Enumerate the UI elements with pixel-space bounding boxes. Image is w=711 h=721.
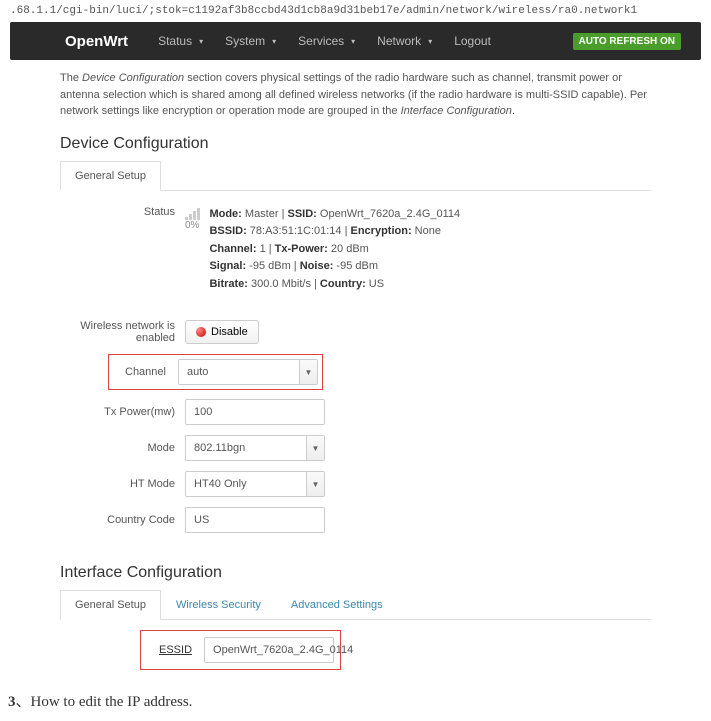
status-details: Mode: Master | SSID: OpenWrt_7620a_2.4G_… xyxy=(209,206,460,294)
country-input[interactable]: US xyxy=(185,507,325,533)
footer-instruction: 3、How to edit the IP address. xyxy=(0,680,711,721)
htmode-label: HT Mode xyxy=(60,478,185,490)
description-text: The Device Configuration section covers … xyxy=(60,70,651,120)
nav-services[interactable]: Services xyxy=(288,28,365,54)
country-row: Country Code US xyxy=(60,506,651,534)
mode-row: Mode 802.11bgn ▼ xyxy=(60,434,651,462)
signal-block: 0% xyxy=(185,206,201,294)
channel-select[interactable]: auto ▼ xyxy=(178,359,318,385)
nav-logout[interactable]: Logout xyxy=(444,28,501,54)
signal-percent: 0% xyxy=(185,220,199,231)
mode-label: Mode xyxy=(60,442,185,454)
disable-button[interactable]: Disable xyxy=(185,320,259,344)
nav-menu: Status System Services Network Logout xyxy=(148,28,501,54)
top-nav-bar: OpenWrt Status System Services Network L… xyxy=(10,22,701,60)
device-config-title: Device Configuration xyxy=(60,135,651,153)
tab-general-setup-iface[interactable]: General Setup xyxy=(60,590,161,620)
nav-system[interactable]: System xyxy=(215,28,286,54)
essid-input[interactable]: OpenWrt_7620a_2.4G_0114 xyxy=(204,637,334,663)
essid-highlight: ESSID OpenWrt_7620a_2.4G_0114 xyxy=(140,630,341,670)
tab-general-setup-device[interactable]: General Setup xyxy=(60,161,161,191)
disable-icon xyxy=(196,327,206,337)
brand-logo: OpenWrt xyxy=(65,33,128,50)
tab-advanced-settings[interactable]: Advanced Settings xyxy=(276,590,398,620)
country-label: Country Code xyxy=(60,514,185,526)
status-label: Status xyxy=(60,206,185,218)
txpower-label: Tx Power(mw) xyxy=(60,406,185,418)
nav-network[interactable]: Network xyxy=(367,28,442,54)
htmode-select[interactable]: HT40 Only ▼ xyxy=(185,471,325,497)
address-bar: .68.1.1/cgi-bin/luci/;stok=c1192af3b8ccb… xyxy=(0,0,711,22)
interface-tabs: General Setup Wireless Security Advanced… xyxy=(60,590,651,620)
channel-highlight: Channel auto ▼ xyxy=(108,354,323,390)
chevron-down-icon: ▼ xyxy=(299,360,317,384)
auto-refresh-badge[interactable]: AUTO REFRESH ON xyxy=(573,33,682,50)
chevron-down-icon: ▼ xyxy=(306,436,324,460)
status-row: Status 0% Mode: Master | SSID: OpenWrt_7… xyxy=(60,206,651,294)
mode-select[interactable]: 802.11bgn ▼ xyxy=(185,435,325,461)
device-tabs: General Setup xyxy=(60,161,651,191)
signal-strength-icon xyxy=(185,208,201,220)
tab-wireless-security[interactable]: Wireless Security xyxy=(161,590,276,620)
interface-config-title: Interface Configuration xyxy=(60,564,651,582)
enable-row: Wireless network is enabled Disable xyxy=(60,318,651,346)
nav-status[interactable]: Status xyxy=(148,28,213,54)
txpower-input[interactable]: 100 xyxy=(185,399,325,425)
channel-label: Channel xyxy=(113,366,178,378)
enabled-label: Wireless network is enabled xyxy=(60,320,185,344)
chevron-down-icon: ▼ xyxy=(306,472,324,496)
txpower-row: Tx Power(mw) 100 xyxy=(60,398,651,426)
essid-label: ESSID xyxy=(147,644,204,656)
channel-row: Channel auto ▼ xyxy=(60,354,651,390)
main-content: The Device Configuration section covers … xyxy=(0,60,711,680)
htmode-row: HT Mode HT40 Only ▼ xyxy=(60,470,651,498)
